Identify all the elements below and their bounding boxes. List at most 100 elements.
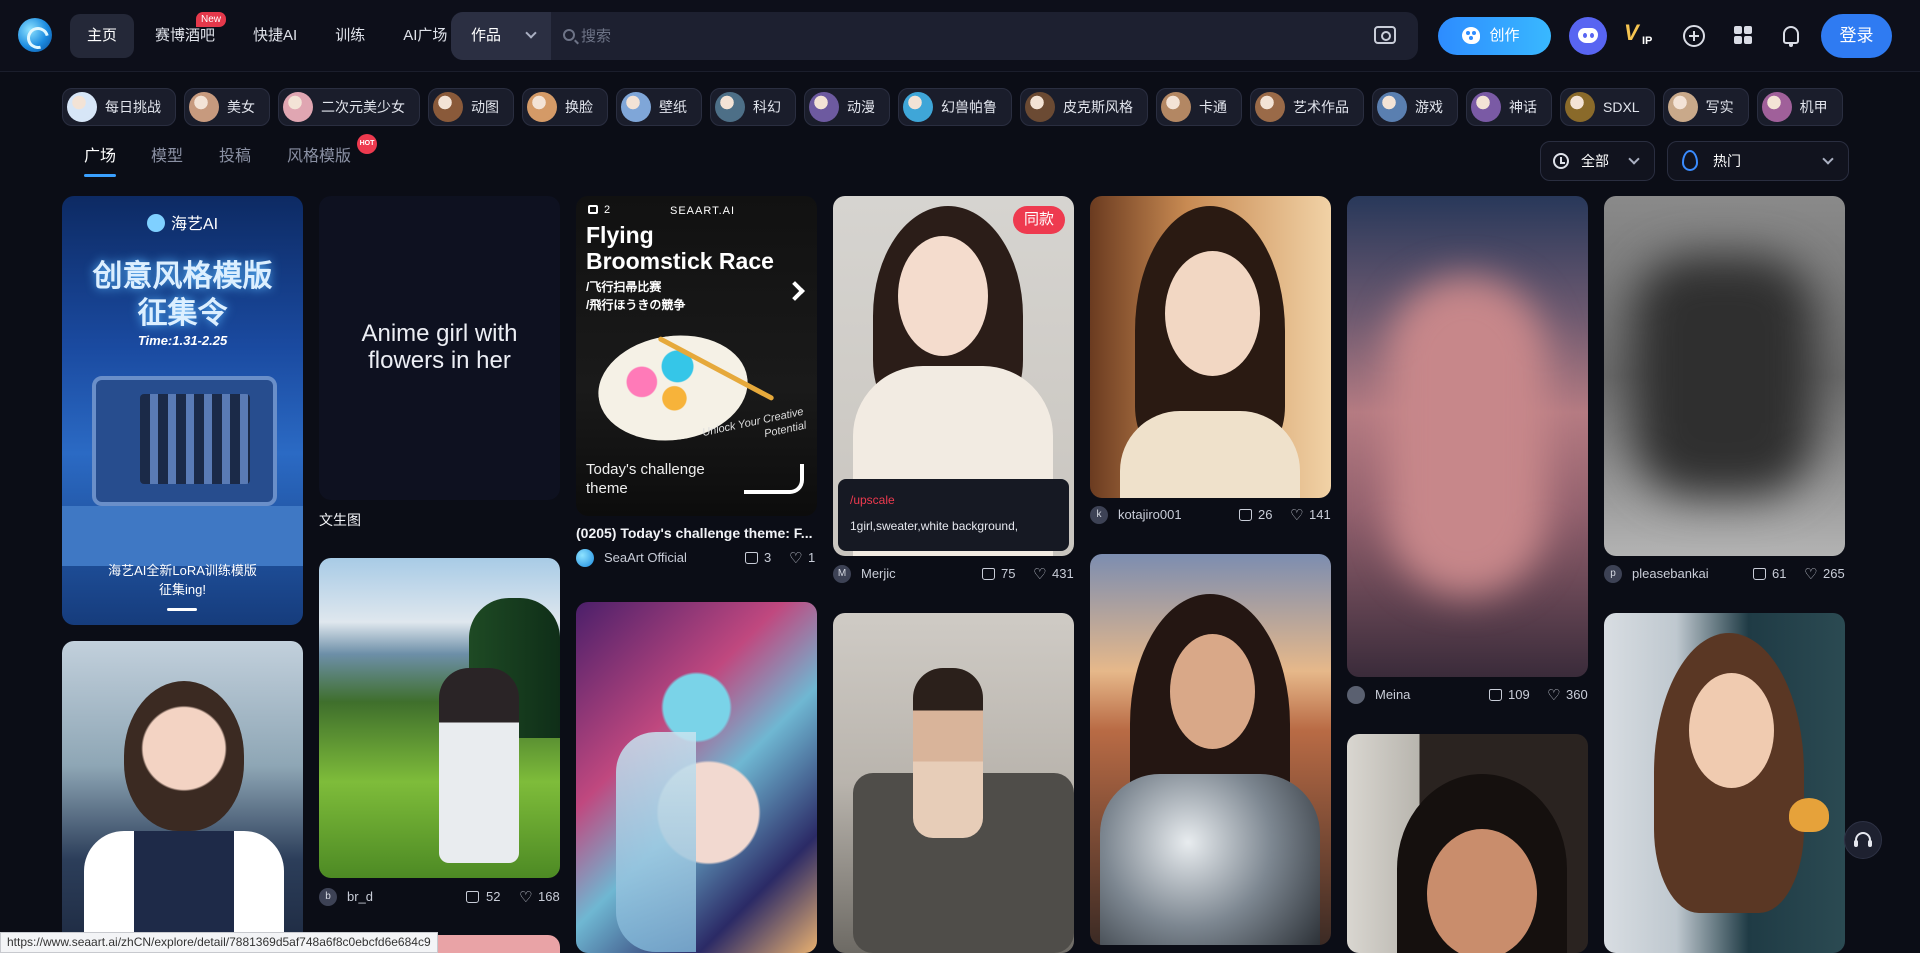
tab-style-templates[interactable]: 风格模版 HOT	[287, 134, 377, 166]
heart-icon[interactable]: ♡	[1290, 508, 1304, 523]
author-name[interactable]: pleasebankai	[1632, 566, 1709, 581]
new-badge: New	[196, 12, 227, 27]
tab-square[interactable]: 广场	[84, 142, 117, 177]
like-icon[interactable]	[1239, 509, 1252, 521]
seaart-avatar[interactable]	[576, 549, 594, 567]
vip-icon[interactable]: V IP	[1624, 20, 1660, 52]
customer-support-button[interactable]	[1844, 821, 1882, 859]
category-tag[interactable]: 艺术作品	[1250, 88, 1364, 126]
heart-icon[interactable]: ♡	[1547, 688, 1561, 703]
artwork-armor-girl[interactable]	[1090, 554, 1331, 945]
discord-icon[interactable]	[1569, 17, 1607, 55]
add-icon[interactable]	[1683, 25, 1705, 47]
heart-icon[interactable]: ♡	[519, 890, 533, 905]
tag-label: SDXL	[1603, 99, 1640, 115]
banner-card[interactable]: 海艺AI 创意风格模版 征集令 Time:1.31-2.25 海艺AI全新LoR…	[62, 196, 303, 625]
like-icon[interactable]	[1753, 568, 1766, 580]
text-to-image-card[interactable]: Anime girl with flowers in her	[319, 196, 560, 500]
camera-icon[interactable]	[1374, 26, 1396, 44]
heart-icon[interactable]: ♡	[789, 551, 803, 566]
search-input[interactable]	[581, 22, 1281, 50]
category-tag[interactable]: 二次元美少女	[278, 88, 420, 126]
avatar[interactable]: b	[319, 888, 337, 906]
sort-filter[interactable]: 热门	[1667, 141, 1849, 181]
prompt-tooltip: /upscale 1girl,sweater,white background,	[838, 479, 1069, 551]
author-name[interactable]: br_d	[347, 889, 373, 904]
category-tag[interactable]: 写实	[1662, 88, 1749, 126]
category-tag[interactable]: 游戏	[1372, 88, 1458, 126]
category-tag[interactable]: 卡通	[1156, 88, 1242, 126]
heart-icon[interactable]: ♡	[1804, 567, 1818, 582]
category-tag[interactable]: 每日挑战	[62, 88, 176, 126]
search-icon	[563, 29, 575, 41]
category-tag[interactable]: 动漫	[804, 88, 890, 126]
tag-label: 二次元美少女	[321, 99, 405, 115]
tab-models[interactable]: 模型	[151, 142, 183, 166]
artwork-window-girl[interactable]	[1090, 196, 1331, 498]
tab-label: 广场	[84, 148, 117, 165]
carousel-indicator[interactable]	[167, 608, 197, 611]
artwork-feather-headdress[interactable]	[576, 602, 817, 953]
tag-label: 皮克斯风格	[1063, 99, 1133, 115]
login-button[interactable]: 登录	[1821, 14, 1892, 58]
challenge-caption[interactable]: (0205) Today's challenge theme: F...	[576, 525, 812, 541]
bell-icon[interactable]	[1783, 26, 1799, 47]
tag-label: 机甲	[1799, 99, 1828, 115]
headset-icon	[1854, 832, 1872, 847]
tab-submissions[interactable]: 投稿	[219, 142, 251, 166]
tab-label: 风格模版	[287, 148, 352, 165]
avatar[interactable]: M	[833, 565, 851, 583]
artwork-sweater-girl[interactable]: 同款 /upscale 1girl,sweater,white backgrou…	[833, 196, 1074, 556]
banner-brand: 海艺AI	[62, 210, 303, 234]
same-style-badge[interactable]: 同款	[1013, 206, 1065, 234]
like-icon[interactable]	[1489, 689, 1502, 701]
image-count: 2	[588, 204, 610, 216]
meina-avatar[interactable]	[1347, 686, 1365, 704]
category-tag[interactable]: 皮克斯风格	[1020, 88, 1148, 126]
category-tag[interactable]: 科幻	[710, 88, 796, 126]
time-filter[interactable]: 全部	[1540, 141, 1655, 181]
author-name[interactable]: kotajiro001	[1118, 507, 1182, 522]
artwork-meadow-girl[interactable]	[319, 558, 560, 878]
nav-item-cyber-bar[interactable]: 赛博酒吧 New	[138, 12, 232, 58]
portrait-face	[1165, 251, 1260, 376]
category-tag[interactable]: 神话	[1466, 88, 1552, 126]
nav-item-quick-ai[interactable]: 快捷AI	[236, 14, 314, 58]
artwork-blurred[interactable]	[1347, 196, 1588, 677]
like-icon[interactable]	[982, 568, 995, 580]
artwork-sofa-girl[interactable]	[833, 613, 1074, 953]
avatar[interactable]: p	[1604, 565, 1622, 583]
challenge-card[interactable]: 2 SEAART.AI Flying Broomstick Race /飞行扫帚…	[576, 196, 817, 516]
category-tag[interactable]: 机甲	[1756, 88, 1843, 126]
artwork-blurred-gray[interactable]	[1604, 196, 1845, 556]
author-name[interactable]: SeaArt Official	[604, 550, 687, 565]
like-icon[interactable]	[745, 552, 758, 564]
tag-thumbnail	[1565, 91, 1595, 122]
category-tag[interactable]: 换脸	[522, 88, 608, 126]
category-tag[interactable]: 壁纸	[616, 88, 702, 126]
avatar[interactable]: k	[1090, 506, 1108, 524]
seaart-logo[interactable]	[18, 18, 52, 52]
search-type-select[interactable]: 作品	[451, 12, 551, 60]
chevron-right-icon	[785, 281, 805, 301]
category-tag[interactable]: 动图	[428, 88, 514, 126]
apps-grid-icon[interactable]	[1734, 26, 1752, 44]
nav-item-training[interactable]: 训练	[318, 14, 382, 58]
artwork-butterfly-woman[interactable]	[1604, 613, 1845, 953]
category-tag[interactable]: 美女	[184, 88, 270, 126]
create-button[interactable]: 创作	[1438, 17, 1551, 55]
nav-item-home[interactable]: 主页	[70, 14, 135, 58]
author-name[interactable]: Meina	[1375, 687, 1410, 702]
like-icon[interactable]	[466, 891, 479, 903]
artwork-smiling-woman[interactable]	[1347, 734, 1588, 953]
heart-icon[interactable]: ♡	[1033, 567, 1047, 582]
prompt-text: Anime girl with flowers in her	[361, 320, 518, 374]
artwork-schoolgirl[interactable]	[62, 641, 303, 953]
tag-label: 壁纸	[659, 99, 687, 115]
tag-label: 游戏	[1415, 99, 1443, 115]
fav-count: 168	[538, 889, 560, 904]
category-tag[interactable]: 幻兽帕鲁	[898, 88, 1012, 126]
author-name[interactable]: Merjic	[861, 566, 896, 581]
tag-label: 换脸	[565, 99, 593, 115]
category-tag[interactable]: SDXL	[1560, 88, 1655, 126]
